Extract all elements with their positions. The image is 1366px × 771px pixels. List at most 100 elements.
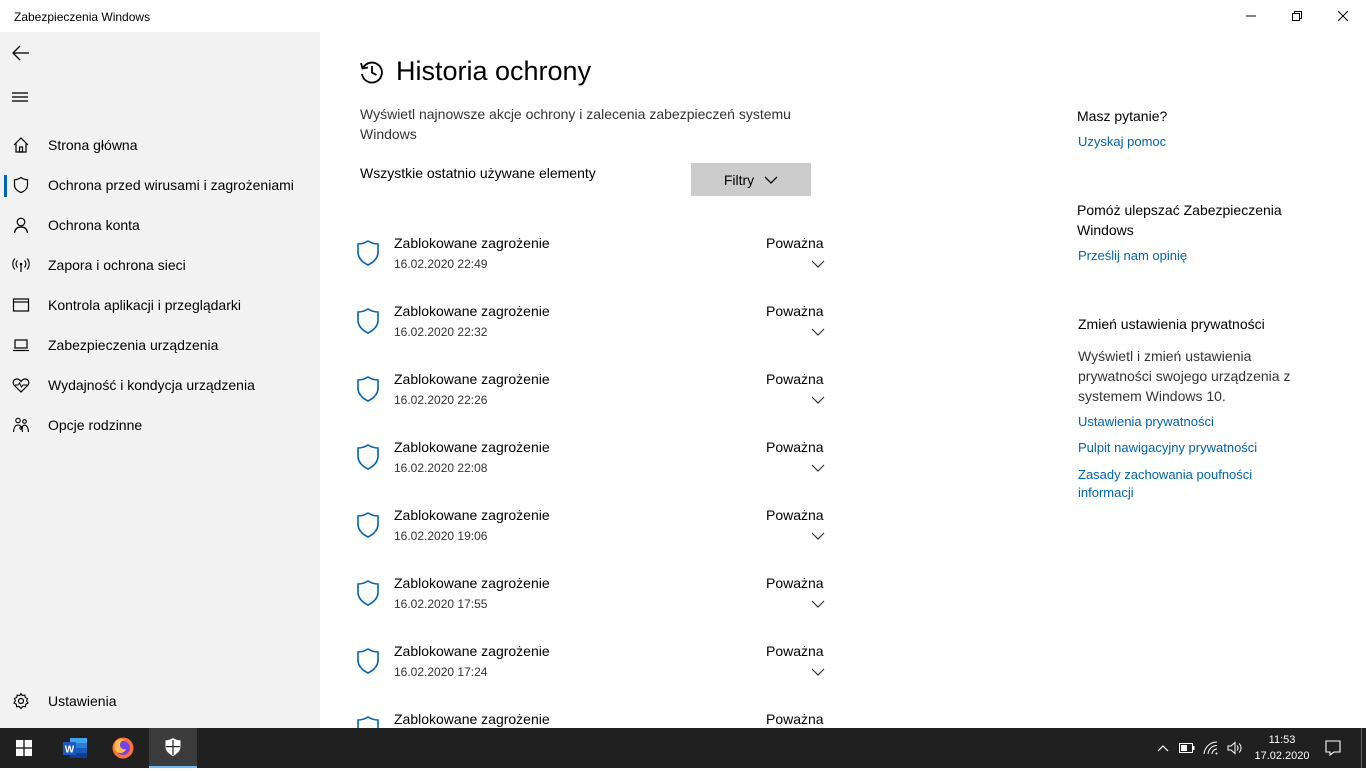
sidebar-item-family-options[interactable]: Opcje rodzinne (0, 405, 320, 445)
svg-text:W: W (65, 745, 75, 756)
history-entry-severity: Poważna (766, 371, 824, 387)
improve-heading: Pomóż ulepszać Zabezpieczenia Windows (1077, 202, 1282, 238)
chevron-down-icon[interactable] (810, 393, 826, 405)
sidebar-item-label: Strona główna (48, 137, 138, 153)
restore-icon (1292, 11, 1302, 21)
history-entry-title: Zablokowane zagrożenie (394, 643, 550, 659)
page-description: Wyświetl najnowsze akcje ochrony i zalec… (360, 106, 791, 142)
sidebar-item-label: Ochrona konta (48, 217, 140, 233)
history-entry-title: Zablokowane zagrożenie (394, 371, 550, 387)
volume-button[interactable] (1224, 728, 1246, 768)
history-entry[interactable]: Zablokowane zagrożenie 16.02.2020 22:32 Po… (356, 303, 836, 363)
show-hidden-icons-button[interactable] (1152, 728, 1174, 768)
clock[interactable]: 11:53 17.02.2020 (1252, 732, 1312, 764)
privacy-settings-link[interactable]: Ustawienia prywatności (1078, 413, 1308, 431)
taskbar-windows-security[interactable] (149, 728, 197, 768)
privacy-statement-link[interactable]: Zasady zachowania poufności informacji (1078, 466, 1278, 502)
help-link[interactable]: Uzyskaj pomoc (1078, 133, 1308, 151)
gear-icon (12, 692, 30, 710)
privacy-dashboard-link[interactable]: Pulpit nawigacyjny prywatności (1078, 439, 1308, 457)
shield-icon (356, 307, 380, 335)
privacy-heading: Zmień ustawienia prywatności (1078, 316, 1265, 332)
history-entry[interactable]: Zablokowane zagrożenie 16.02.2020 17:24 Po… (356, 643, 836, 703)
antenna-icon (12, 256, 30, 274)
history-entry[interactable]: Zablokowane zagrożenie 16.02.2020 22:49 Po… (356, 235, 836, 295)
shield-icon (356, 511, 380, 539)
history-entry[interactable]: Zablokowane zagrożenie 16.02.2020 17:55 Po… (356, 575, 836, 635)
history-entry-severity: Poważna (766, 439, 824, 455)
history-entry[interactable]: Zablokowane zagrożenie 16.02.2020 19:06 Po… (356, 507, 836, 567)
history-entry-title: Zablokowane zagrożenie (394, 711, 550, 727)
sidebar-item-label: Ustawienia (48, 693, 117, 709)
history-entry-severity: Poważna (766, 575, 824, 591)
network-button[interactable] (1200, 728, 1222, 768)
sidebar-item-account-protection[interactable]: Ochrona konta (0, 205, 320, 245)
sidebar-item-virus-protection[interactable]: Ochrona przed wirusami i zagrożeniami (0, 165, 320, 205)
sidebar-item-app-browser-control[interactable]: Kontrola aplikacji i przeglądarki (0, 285, 320, 325)
chevron-down-icon[interactable] (810, 665, 826, 677)
battery-button[interactable] (1176, 728, 1198, 768)
wifi-icon (1203, 741, 1218, 755)
history-entry-date: 16.02.2020 22:26 (394, 393, 488, 407)
back-arrow-icon (12, 45, 29, 61)
history-entry-severity: Poważna (766, 507, 824, 523)
windows-security-shield-icon (165, 738, 181, 756)
person-icon (12, 216, 30, 234)
sidebar-item-label: Zabezpieczenia urządzenia (48, 337, 219, 353)
show-desktop-divider[interactable] (1361, 728, 1362, 768)
question-heading: Masz pytanie? (1077, 108, 1168, 124)
sidebar-item-label: Zapora i ochrona sieci (48, 257, 186, 273)
taskbar-word[interactable]: W (51, 728, 99, 768)
restore-button[interactable] (1274, 0, 1320, 32)
action-center-button[interactable] (1318, 728, 1348, 768)
start-button[interactable] (0, 728, 48, 768)
history-icon (360, 61, 383, 84)
menu-button[interactable] (10, 87, 32, 109)
history-entry-title: Zablokowane zagrożenie (394, 507, 550, 523)
history-entry-severity: Poważna (766, 643, 824, 659)
sidebar-item-device-performance[interactable]: Wydajność i kondycja urządzenia (0, 365, 320, 405)
main-content: Historia ochrony Wyświetl najnowsze akcj… (320, 32, 1366, 744)
minimize-button[interactable] (1228, 0, 1274, 32)
history-entry[interactable]: Zablokowane zagrożenie 16.02.2020 22:08 Po… (356, 439, 836, 499)
back-button[interactable] (10, 42, 32, 64)
sidebar-item-home[interactable]: Strona główna (0, 125, 320, 165)
sidebar-item-firewall[interactable]: Zapora i ochrona sieci (0, 245, 320, 285)
close-button[interactable] (1320, 0, 1366, 32)
title-bar: Zabezpieczenia Windows (0, 0, 1366, 32)
chevron-down-icon[interactable] (810, 529, 826, 541)
shield-icon (356, 443, 380, 471)
privacy-text: Wyświetl i zmień ustawienia prywatności … (1078, 348, 1291, 404)
shield-icon (356, 579, 380, 607)
history-entry-date: 16.02.2020 19:06 (394, 529, 488, 543)
chevron-down-icon[interactable] (810, 597, 826, 609)
window-title: Zabezpieczenia Windows (14, 10, 151, 24)
heart-pulse-icon (12, 376, 30, 394)
shield-icon (356, 647, 380, 675)
page-title: Historia ochrony (396, 56, 592, 86)
laptop-icon (12, 336, 30, 354)
speaker-icon (1227, 741, 1242, 755)
history-entry[interactable]: Zablokowane zagrożenie 16.02.2020 22:26 Po… (356, 371, 836, 431)
filter-button[interactable]: Filtry (691, 163, 811, 196)
history-entry-title: Zablokowane zagrożenie (394, 303, 550, 319)
sidebar-item-settings[interactable]: Ustawienia (0, 681, 320, 721)
chevron-down-icon[interactable] (810, 325, 826, 337)
history-entry-severity: Poważna (766, 711, 824, 727)
sidebar-item-label: Ochrona przed wirusami i zagrożeniami (48, 177, 294, 193)
sidebar-item-label: Opcje rodzinne (48, 417, 143, 433)
family-icon (12, 416, 30, 434)
history-entry-date: 16.02.2020 22:08 (394, 461, 488, 475)
taskbar-firefox[interactable] (99, 728, 147, 768)
chevron-down-icon[interactable] (810, 461, 826, 473)
sidebar-item-device-security[interactable]: Zabezpieczenia urządzenia (0, 325, 320, 365)
sidebar-item-label: Wydajność i kondycja urządzenia (48, 377, 255, 393)
notification-icon (1325, 740, 1341, 756)
feedback-link[interactable]: Prześlij nam opinię (1078, 247, 1308, 265)
chevron-down-icon[interactable] (810, 257, 826, 269)
shield-icon (356, 239, 380, 267)
taskbar: W 11:53 17.02.2020 (0, 728, 1366, 768)
history-entry-date: 16.02.2020 22:49 (394, 257, 488, 271)
chevron-down-icon (764, 176, 778, 184)
history-entry-date: 16.02.2020 17:24 (394, 665, 488, 679)
